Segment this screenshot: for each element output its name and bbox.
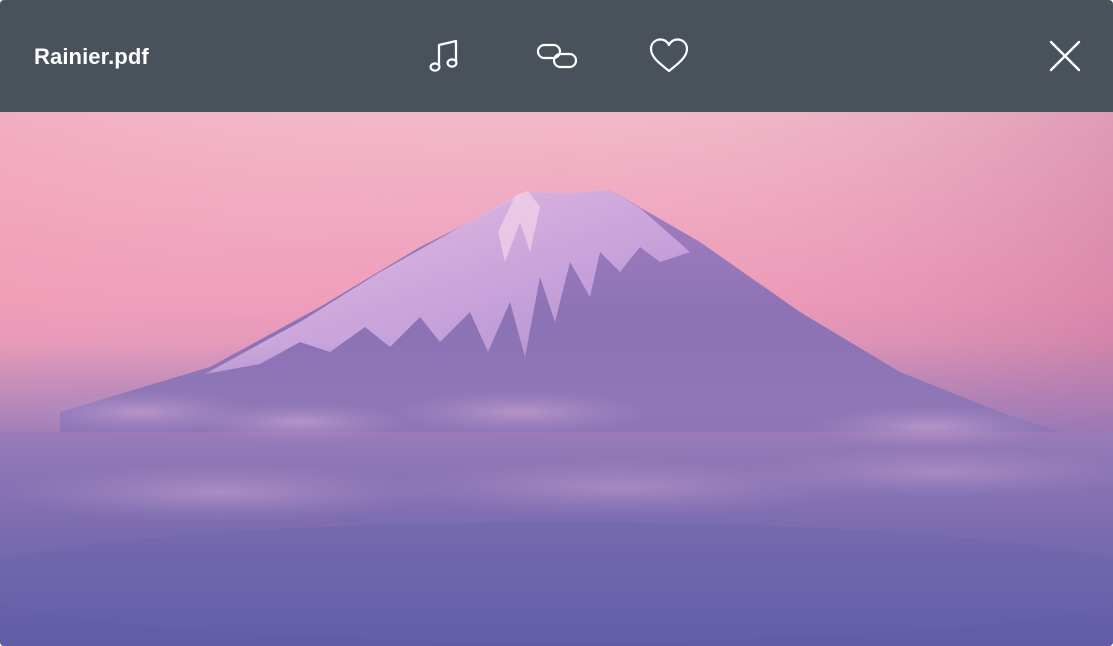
viewer-toolbar: Rainier.pdf xyxy=(0,0,1113,112)
mountain-photo xyxy=(0,112,1113,646)
music-note-icon xyxy=(427,38,461,74)
link-icon xyxy=(536,41,578,71)
link-button[interactable] xyxy=(535,34,579,78)
music-button[interactable] xyxy=(422,34,466,78)
heart-icon xyxy=(648,37,690,75)
close-icon xyxy=(1049,40,1081,72)
favorite-button[interactable] xyxy=(647,34,691,78)
image-viewer-window: Rainier.pdf xyxy=(0,0,1113,646)
close-button[interactable] xyxy=(1043,34,1087,78)
file-name: Rainier.pdf xyxy=(34,44,149,69)
